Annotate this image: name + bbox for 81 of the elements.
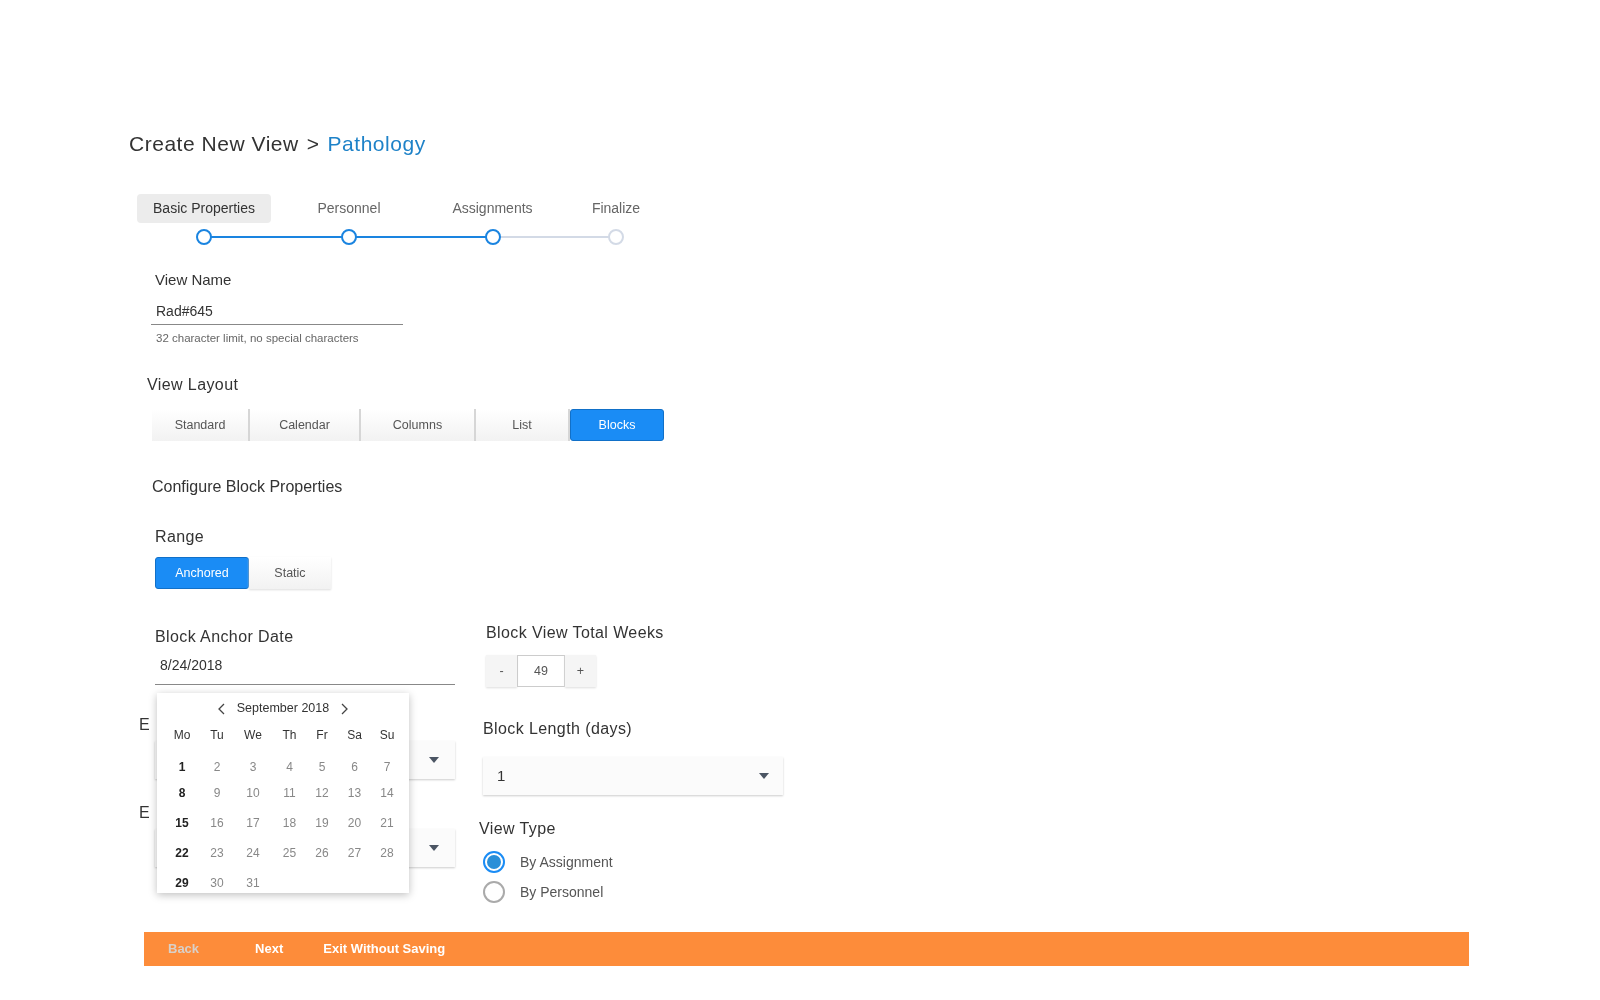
calendar-day[interactable]: 20 — [347, 814, 362, 832]
calendar-day[interactable]: 1 — [178, 758, 186, 776]
increment-button[interactable]: + — [565, 655, 596, 688]
radio-button[interactable] — [483, 881, 505, 904]
field-label: View Name — [155, 269, 233, 290]
decrement-button[interactable]: - — [486, 655, 517, 688]
next-month-icon[interactable] — [341, 702, 350, 715]
weekday-header: Th — [282, 727, 297, 744]
weekday-header: Fr — [316, 727, 328, 744]
radio-label: By Assignment — [520, 852, 613, 872]
footer-button[interactable]: Next — [255, 939, 284, 959]
calendar-day[interactable]: 15 — [175, 814, 189, 832]
radio-button[interactable] — [483, 851, 505, 874]
step-tab[interactable]: Personnel — [301, 193, 397, 223]
step-tab[interactable]: Basic Properties — [137, 193, 271, 223]
calendar-day[interactable]: 25 — [282, 844, 297, 862]
calendar-day[interactable]: 13 — [347, 784, 362, 802]
layout-option[interactable]: Standard — [152, 409, 250, 442]
field-label: E — [139, 715, 150, 736]
calendar-day[interactable]: 24 — [246, 844, 260, 862]
caret-down-icon — [429, 845, 439, 852]
calendar-day[interactable]: 7 — [383, 758, 391, 776]
weeks-field[interactable]: 49 — [517, 655, 565, 688]
radio-label: By Personnel — [520, 882, 604, 902]
block-length-dropdown[interactable]: 1 — [483, 757, 783, 796]
page-title: Pathology — [327, 131, 426, 157]
calendar-day[interactable]: 27 — [347, 844, 362, 862]
weekday-header: Su — [379, 727, 395, 744]
calendar-day[interactable]: 21 — [380, 814, 394, 832]
calendar-month: September 2018 — [236, 700, 330, 718]
calendar-day[interactable]: 4 — [286, 758, 293, 776]
anchor-date-field[interactable]: 8/24/2018 — [155, 655, 455, 686]
field-label: E — [139, 803, 150, 824]
field-label: Block View Total Weeks — [486, 623, 665, 644]
calendar-day[interactable]: 6 — [351, 758, 358, 776]
weekday-header: Mo — [173, 727, 191, 744]
section-title: Configure Block Properties — [152, 477, 344, 498]
calendar-day[interactable]: 29 — [175, 874, 189, 892]
calendar-day[interactable]: 17 — [246, 814, 260, 832]
calendar-day[interactable]: 19 — [315, 814, 329, 832]
caret-down-icon — [759, 773, 769, 780]
step-tab[interactable]: Finalize — [575, 193, 657, 223]
field-label: View Type — [479, 819, 557, 840]
weekday-header: We — [244, 727, 262, 744]
range-option[interactable]: Static — [249, 557, 331, 590]
calendar-day[interactable]: 31 — [246, 874, 260, 892]
calendar-day[interactable]: 11 — [283, 784, 296, 802]
calendar-day[interactable]: 14 — [380, 784, 394, 802]
layout-option[interactable]: Blocks — [570, 409, 664, 442]
calendar-day[interactable]: 9 — [213, 784, 221, 802]
footer-button[interactable]: Exit Without Saving — [323, 939, 446, 959]
view-name-field[interactable]: Rad#645 — [151, 301, 403, 325]
calendar-day[interactable]: 16 — [210, 814, 224, 832]
range-option[interactable]: Anchored — [155, 557, 249, 590]
calendar-day[interactable]: 28 — [380, 844, 394, 862]
section-label: View Layout — [147, 375, 240, 396]
section-label: Range — [155, 527, 206, 548]
calendar-day[interactable]: 8 — [178, 784, 186, 802]
caret-down-icon — [429, 757, 439, 764]
calendar-day[interactable]: 18 — [282, 814, 297, 832]
layout-option[interactable]: Calendar — [250, 409, 361, 442]
calendar-day[interactable]: 23 — [210, 844, 224, 862]
calendar-day[interactable]: 3 — [249, 758, 257, 776]
calendar-day[interactable]: 22 — [175, 844, 189, 862]
weekday-header: Sa — [347, 727, 362, 744]
breadcrumb-parent[interactable]: Create New View — [129, 128, 299, 160]
calendar-day[interactable]: 2 — [213, 758, 221, 776]
field-label: Block Length (days) — [483, 719, 633, 740]
step-tab[interactable]: Assignments — [436, 193, 549, 223]
calendar-day[interactable]: 26 — [315, 844, 329, 862]
field-hint: 32 character limit, no special characters — [156, 331, 360, 346]
field-label: Block Anchor Date — [155, 627, 295, 648]
breadcrumb-separator: > — [306, 131, 320, 157]
calendar-day[interactable]: 10 — [246, 784, 260, 802]
weekday-header: Tu — [210, 727, 224, 744]
calendar-day[interactable]: 5 — [318, 758, 326, 776]
calendar-day[interactable]: 12 — [315, 784, 329, 802]
layout-option[interactable]: Columns — [361, 409, 476, 442]
previous-month-icon[interactable] — [216, 702, 225, 715]
calendar-day[interactable]: 30 — [210, 874, 224, 892]
layout-option[interactable]: List — [476, 409, 570, 442]
